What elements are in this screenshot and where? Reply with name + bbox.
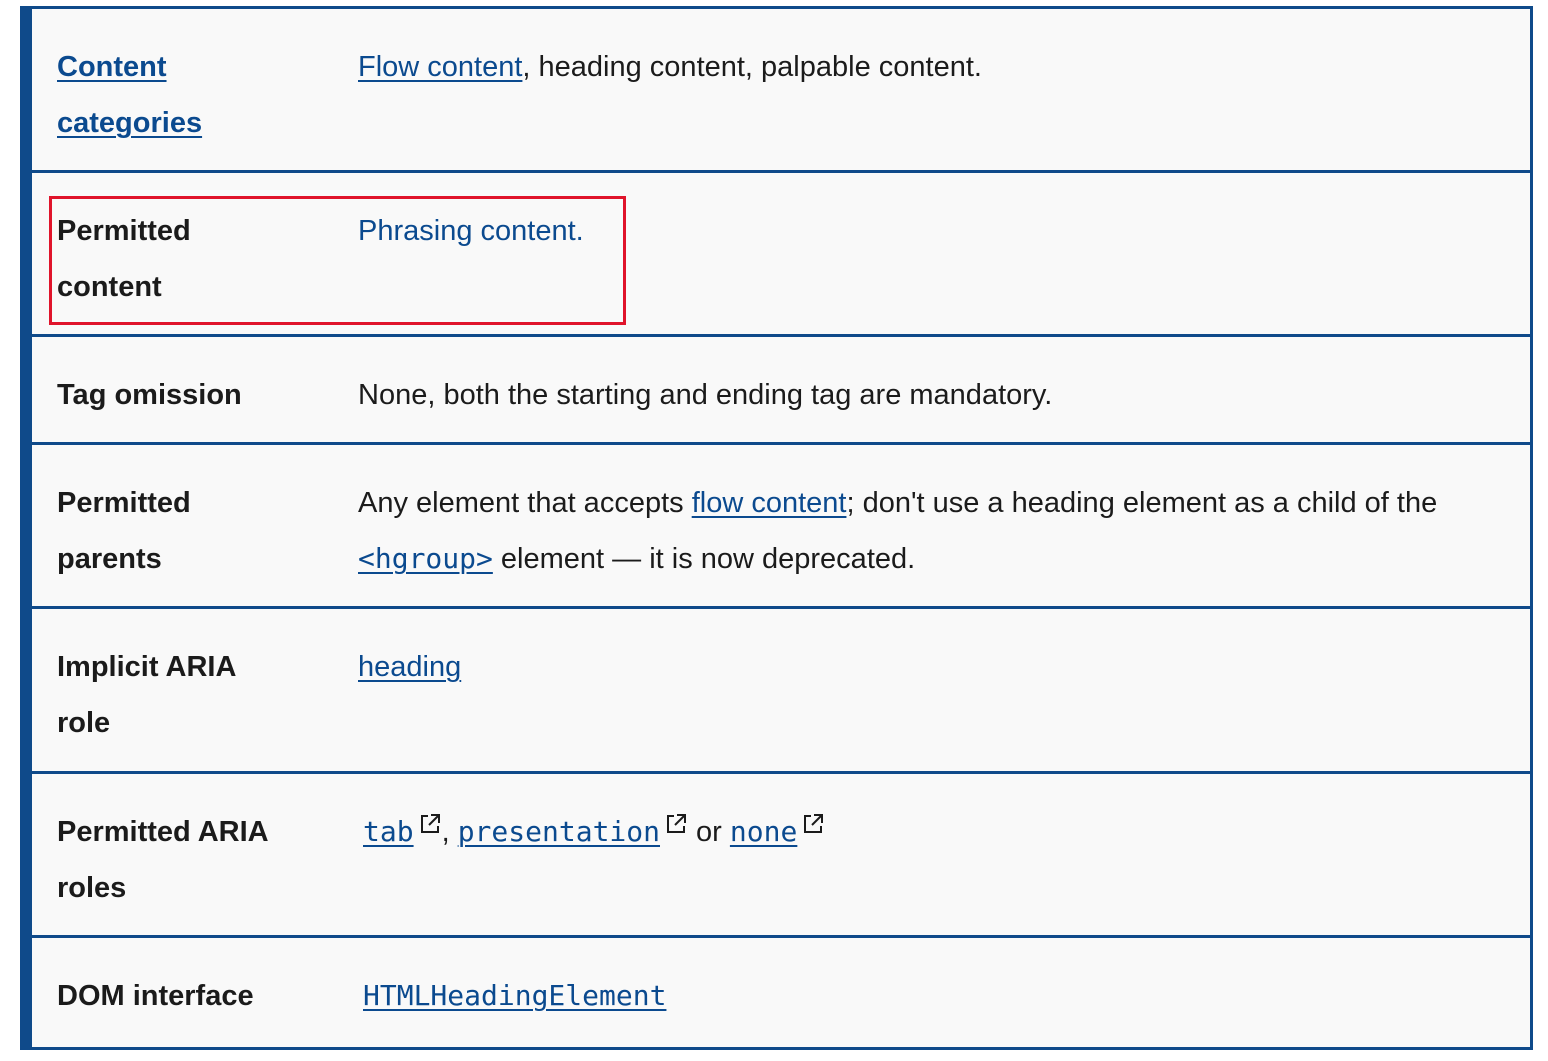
external-link-icon bbox=[418, 812, 442, 836]
row-header: Permitted parents bbox=[57, 487, 191, 575]
flow-content-link[interactable]: flow content bbox=[692, 487, 847, 519]
row-tag-omission: Tag omission None, both the starting and… bbox=[32, 334, 1533, 445]
row-value: Any element that accepts flow content; d… bbox=[358, 487, 1438, 575]
htmlheadingelement-link[interactable]: HTMLHeadingElement bbox=[363, 979, 666, 1012]
row-header: Implicit ARIA role bbox=[57, 651, 237, 739]
row-header: Content categories bbox=[57, 39, 317, 151]
flow-content-link[interactable]: Flow content bbox=[358, 51, 522, 83]
row-implicit-aria-role: Implicit ARIA role heading bbox=[32, 606, 1533, 774]
phrasing-content-link[interactable]: Phrasing content. bbox=[358, 215, 584, 247]
row-value: Flow content, heading content, palpable … bbox=[358, 39, 1508, 95]
hgroup-link[interactable]: <hgroup> bbox=[358, 542, 493, 575]
row-header: Permitted ARIA roles bbox=[57, 816, 269, 904]
external-link-icon bbox=[801, 812, 825, 836]
heading-role-link[interactable]: heading bbox=[358, 651, 461, 683]
row-header: DOM interface bbox=[57, 980, 254, 1012]
row-permitted-aria-roles: Permitted ARIA roles tab, presentation or… bbox=[32, 771, 1533, 938]
row-value: tab, presentation or none bbox=[363, 804, 1513, 860]
row-dom-interface: DOM interface HTMLHeadingElement bbox=[32, 935, 1533, 1050]
row-header: Permitted content bbox=[57, 215, 191, 303]
row-permitted-content: Permitted content Phrasing content. bbox=[32, 170, 1533, 337]
row-header: Tag omission bbox=[57, 379, 242, 411]
tab-role-link[interactable]: tab bbox=[363, 815, 414, 848]
row-value: heading bbox=[358, 639, 1508, 695]
content-categories-link[interactable]: Content categories bbox=[57, 51, 202, 139]
row-value: HTMLHeadingElement bbox=[363, 968, 1513, 1024]
external-link-icon bbox=[664, 812, 688, 836]
presentation-role-link[interactable]: presentation bbox=[458, 815, 660, 848]
row-value: Phrasing content. bbox=[358, 203, 1508, 259]
properties-table: Content categories Flow content, heading … bbox=[20, 6, 1533, 1050]
none-role-link[interactable]: none bbox=[730, 815, 797, 848]
row-value: None, both the starting and ending tag a… bbox=[358, 379, 1053, 411]
row-content-categories: Content categories Flow content, heading … bbox=[32, 6, 1533, 173]
table-left-border bbox=[20, 6, 32, 1050]
row-permitted-parents: Permitted parents Any element that accept… bbox=[32, 442, 1533, 609]
value-text: , heading content, palpable content. bbox=[522, 51, 982, 83]
